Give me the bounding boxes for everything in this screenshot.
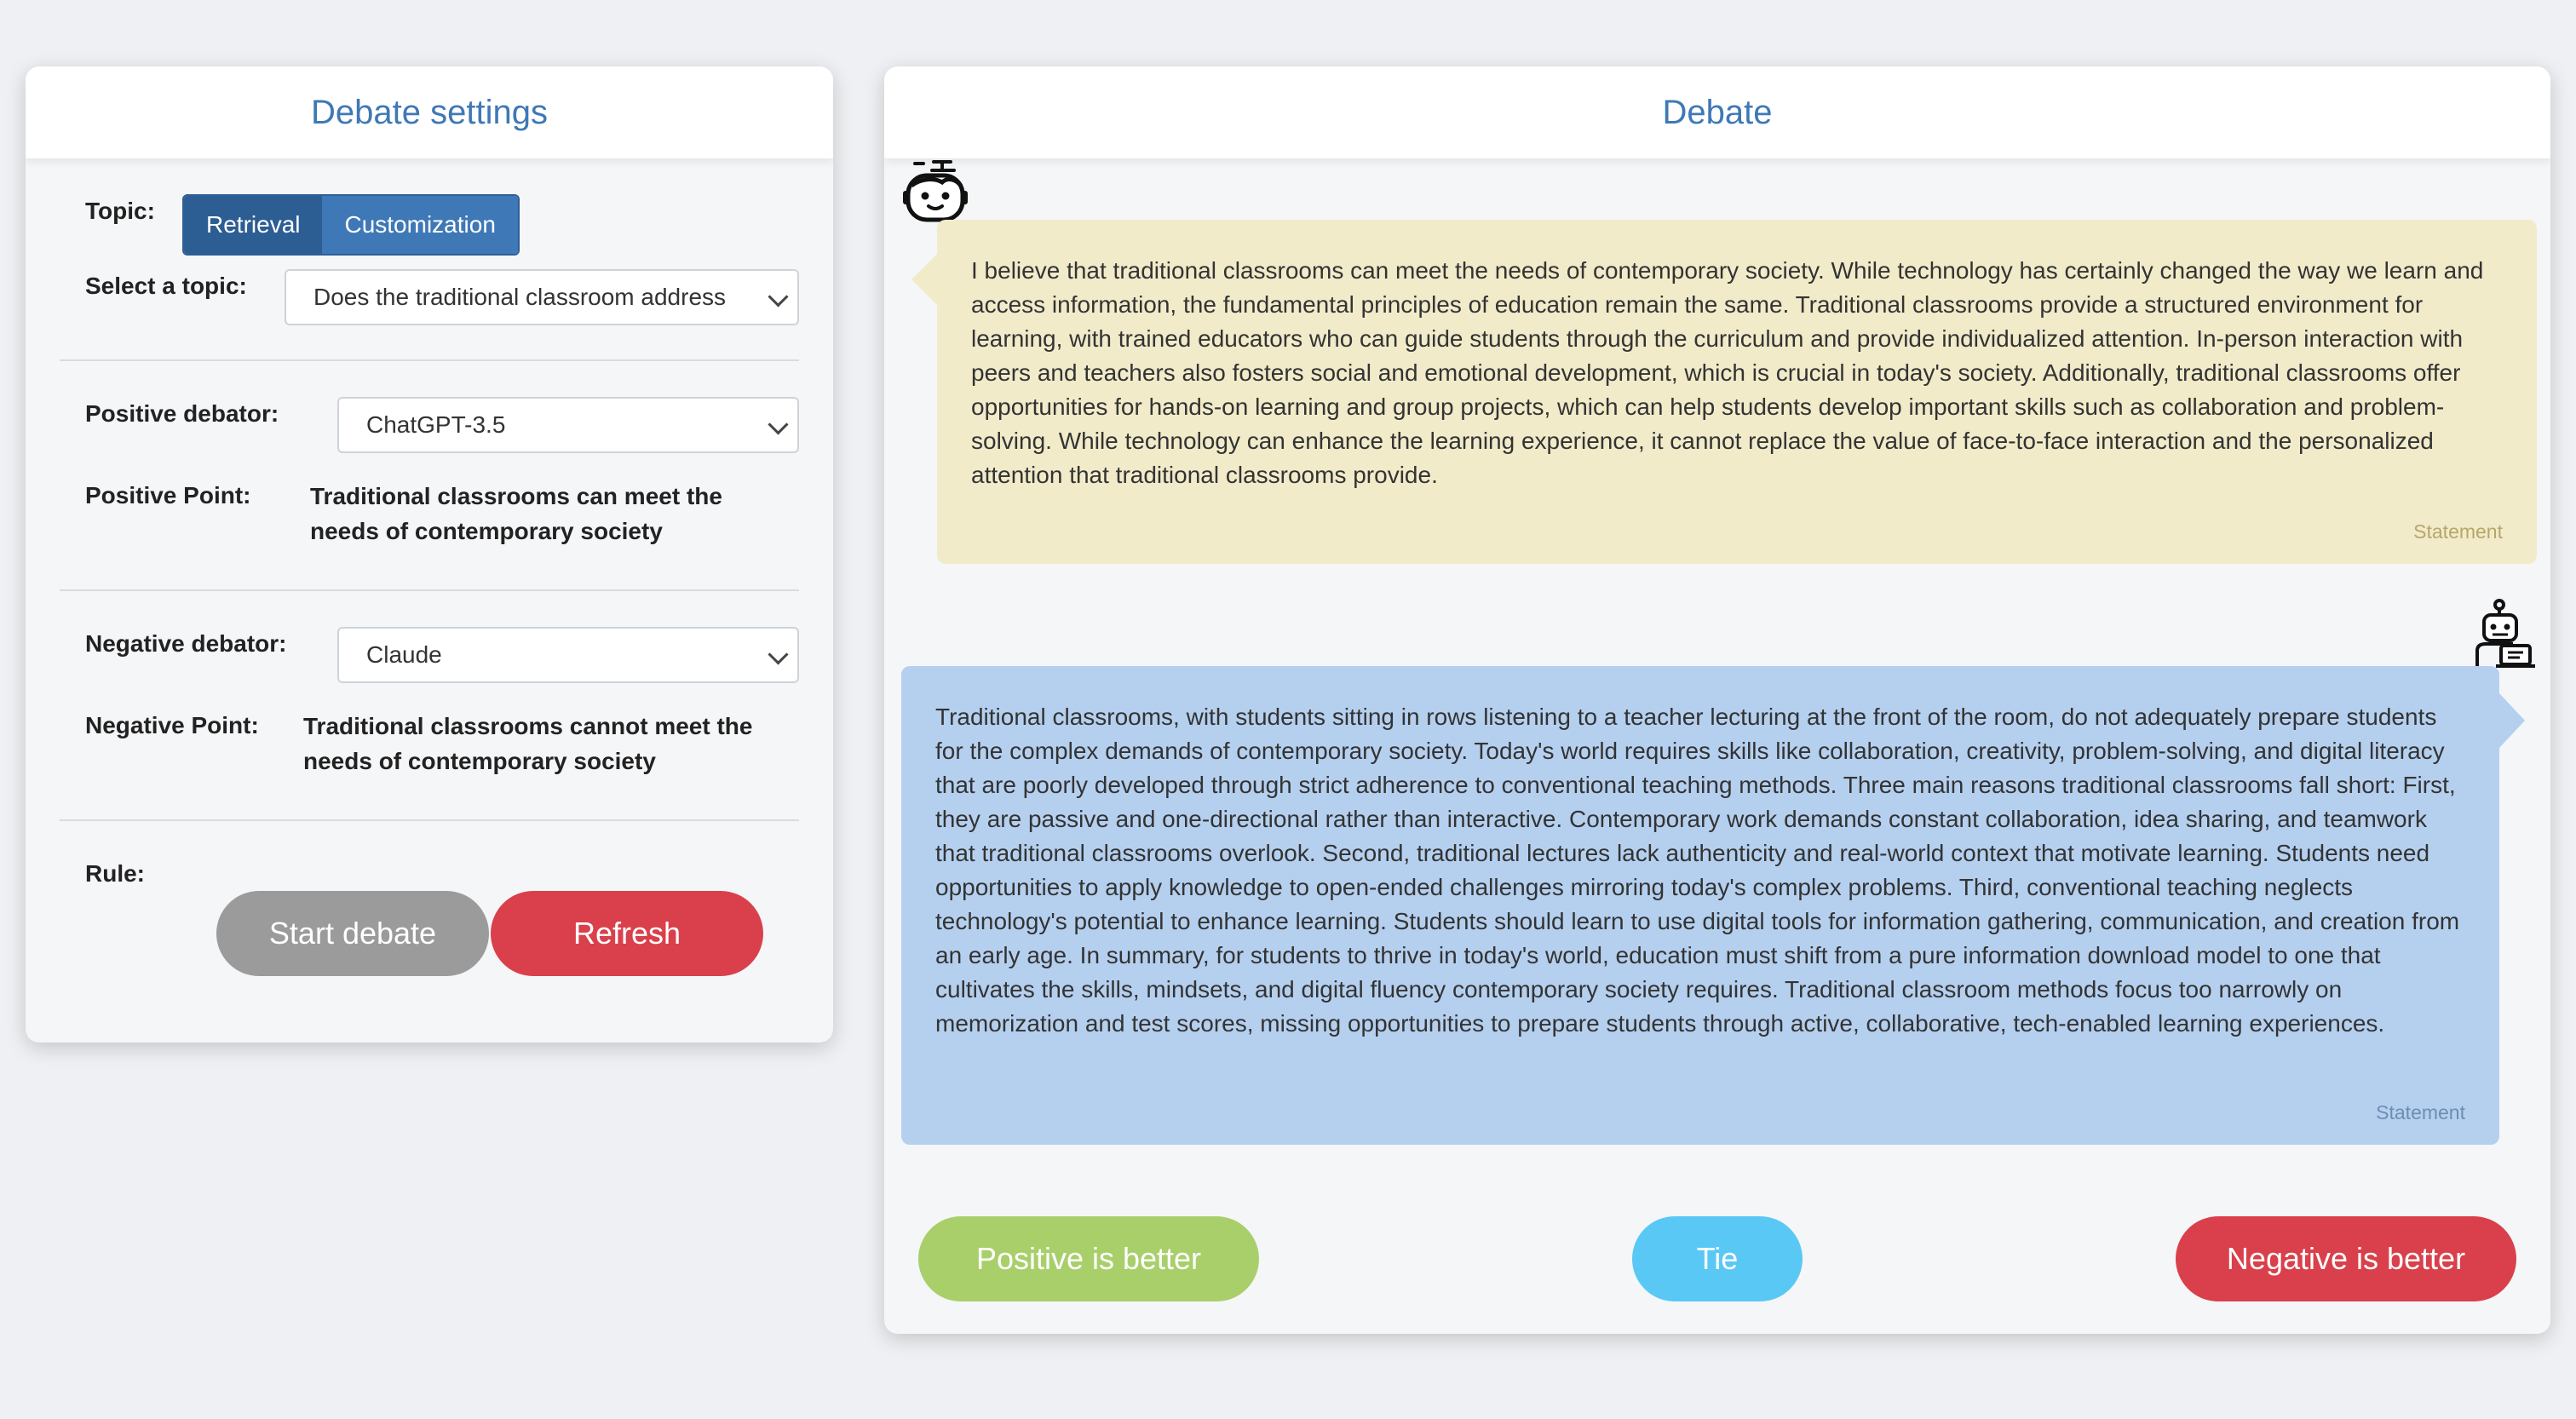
- negative-debator-select[interactable]: Claude: [337, 627, 799, 683]
- chevron-down-icon: [768, 644, 789, 665]
- positive-message-bubble: I believe that traditional classrooms ca…: [911, 220, 2537, 564]
- debate-panel: Debate I believe that traditional classr…: [884, 66, 2550, 1334]
- chevron-down-icon: [768, 414, 789, 435]
- divider: [60, 819, 799, 821]
- topic-select-value: Does the traditional classroom address: [313, 284, 727, 310]
- rule-label: Rule:: [85, 860, 145, 887]
- positive-point-label: Positive Point:: [85, 482, 251, 508]
- bubble-tail: [2499, 693, 2525, 748]
- positive-debator-select[interactable]: ChatGPT-3.5: [337, 397, 799, 453]
- negative-better-button[interactable]: Negative is better: [2176, 1216, 2516, 1301]
- topic-mode-retrieval[interactable]: Retrieval: [184, 196, 323, 254]
- positive-point-line: Traditional classrooms can meet the: [310, 483, 722, 509]
- positive-message-text: I believe that traditional classrooms ca…: [971, 257, 2484, 488]
- negative-debator-label: Negative debator:: [85, 630, 287, 657]
- positive-point-text: Traditional classrooms can meet the need…: [310, 479, 722, 549]
- debate-settings-panel: Debate settings Topic: Retrieval Customi…: [26, 66, 833, 1043]
- settings-title: Debate settings: [26, 66, 833, 158]
- divider: [60, 589, 799, 591]
- debate-title: Debate: [884, 66, 2550, 158]
- negative-point-line: needs of contemporary society: [303, 748, 656, 774]
- bubble-tail: [911, 254, 937, 305]
- robot-head-icon: [903, 160, 968, 222]
- positive-debator-value: ChatGPT-3.5: [366, 411, 506, 438]
- topic-select[interactable]: Does the traditional classroom address: [285, 269, 799, 325]
- start-debate-button[interactable]: Start debate: [216, 891, 489, 976]
- negative-debator-value: Claude: [366, 641, 442, 668]
- chevron-down-icon: [768, 286, 789, 307]
- negative-message-text: Traditional classrooms, with students si…: [935, 704, 2460, 1037]
- select-topic-label: Select a topic:: [85, 273, 247, 299]
- tie-button[interactable]: Tie: [1632, 1216, 1803, 1301]
- negative-point-label: Negative Point:: [85, 712, 259, 738]
- positive-point-line: needs of contemporary society: [310, 518, 663, 544]
- topic-mode-customization[interactable]: Customization: [322, 196, 518, 254]
- negative-message-bubble: Traditional classrooms, with students si…: [901, 666, 2525, 1145]
- topic-label: Topic:: [85, 198, 155, 224]
- statement-tag: Statement: [2413, 520, 2503, 543]
- divider: [60, 359, 799, 361]
- negative-point-text: Traditional classrooms cannot meet the n…: [303, 709, 752, 778]
- topic-mode-toggle: Retrieval Customization: [182, 194, 520, 256]
- statement-tag: Statement: [2376, 1101, 2465, 1123]
- positive-debator-label: Positive debator:: [85, 400, 279, 427]
- positive-better-button[interactable]: Positive is better: [918, 1216, 1259, 1301]
- refresh-button[interactable]: Refresh: [491, 891, 763, 976]
- negative-point-line: Traditional classrooms cannot meet the: [303, 713, 753, 739]
- robot-laptop-icon: [2475, 599, 2535, 668]
